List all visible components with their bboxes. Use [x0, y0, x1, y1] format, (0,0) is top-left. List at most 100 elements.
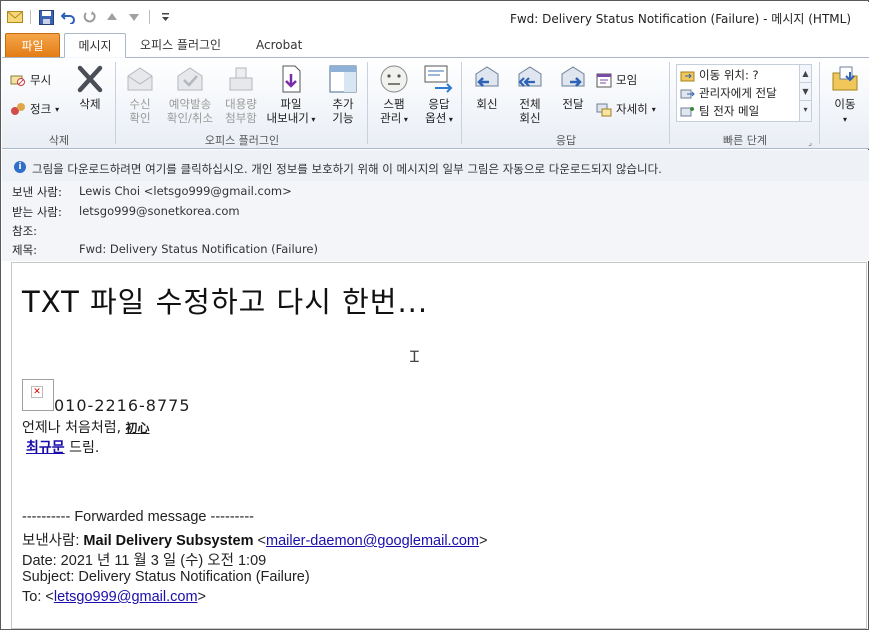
- read-check-label-2: 확인: [129, 111, 151, 125]
- redo-icon[interactable]: [81, 8, 99, 26]
- meeting-icon: [596, 73, 612, 87]
- forward-to-line: To: <letsgo999@gmail.com>: [22, 589, 206, 605]
- text-cursor-icon: Ɪ: [410, 347, 419, 366]
- down-arrow-icon[interactable]: [125, 8, 143, 26]
- signature-suffix: 드림.: [64, 440, 100, 456]
- export-file-button[interactable]: 파일 내보내기 ▾: [264, 64, 318, 127]
- spam-face-icon: [380, 65, 408, 93]
- forward-from-line: 보낸사람: Mail Delivery Subsystem <mailer-da…: [22, 533, 488, 549]
- spam-group: 스팸 관리 ▾ 응답 옵션 ▾: [368, 58, 462, 150]
- spam-label-1: 스팸: [383, 97, 405, 111]
- cleanup-button[interactable]: 정크 ▾: [10, 101, 59, 117]
- toolbar-separator: [30, 10, 31, 24]
- from-row: 보낸 사람: Lewis Choi <letsgo999@gmail.com>: [12, 184, 292, 200]
- meeting-button[interactable]: 모임: [596, 72, 637, 88]
- outlook-message-window: Fwd: Delivery Status Notification (Failu…: [0, 0, 869, 630]
- addon-button[interactable]: 추가 기능: [324, 64, 362, 125]
- to-row: 받는 사람: letsgo999@sonetkorea.com: [12, 204, 240, 220]
- tab-office-plugin[interactable]: 오피스 플러그인: [130, 33, 231, 58]
- mail-icon[interactable]: [6, 8, 24, 26]
- to-value[interactable]: letsgo999@sonetkorea.com: [79, 204, 240, 218]
- subject-label: 제목:: [12, 243, 38, 257]
- reply-options-button[interactable]: 응답 옵션 ▾: [418, 64, 460, 127]
- ribbon-tabs: 파일 메시지 오피스 플러그인 Acrobat: [2, 32, 869, 58]
- forward-icon: [561, 66, 585, 87]
- respond-group-label: 응답: [555, 134, 577, 147]
- export-label-2: 내보내기: [266, 111, 309, 125]
- quick-step-team-email[interactable]: 팀 전자 메일: [680, 103, 759, 119]
- from-value[interactable]: Lewis Choi <letsgo999@gmail.com>: [79, 184, 292, 198]
- ribbon: 무시 정크 ▾ 삭제 삭제 수신 확인 예약발송 확인/취소 대용량 첨부함 파…: [2, 57, 869, 149]
- scroll-down-icon[interactable]: ▼: [800, 83, 811, 101]
- tab-acrobat[interactable]: Acrobat: [246, 33, 312, 58]
- dropdown-arrow-icon: ▾: [401, 115, 408, 124]
- reply-options-label-2: 옵션: [425, 111, 447, 125]
- message-body[interactable]: TXT 파일 수정하고 다시 한번... Ɪ ✕ 010-2216-8775 언…: [11, 262, 867, 629]
- forward-button[interactable]: 전달: [554, 64, 592, 111]
- bulk-label-2: 첨부함: [225, 111, 257, 125]
- more-respond-button[interactable]: 자세히 ▾: [596, 101, 656, 117]
- signature-name-line: 최규문 드림.: [26, 437, 99, 457]
- subject-row: 제목: Fwd: Delivery Status Notification (F…: [12, 242, 318, 258]
- scroll-up-icon[interactable]: ▲: [800, 65, 811, 83]
- tab-file[interactable]: 파일: [5, 33, 60, 58]
- tab-message[interactable]: 메시지: [64, 33, 126, 58]
- quick-step-move-to[interactable]: 이동 위치: ?: [680, 67, 759, 83]
- team-email-icon: [680, 106, 694, 116]
- schedule-label-1: 예약발송: [168, 97, 212, 111]
- bulk-attachment-button[interactable]: 대용량 첨부함: [220, 64, 262, 125]
- schedule-send-button[interactable]: 예약발송 확인/취소: [164, 64, 216, 125]
- cc-label: 참조:: [12, 224, 38, 238]
- read-receipt-icon: [127, 67, 153, 91]
- broken-image-placeholder[interactable]: ✕: [22, 379, 54, 411]
- forward-to-email-link[interactable]: letsgo999@gmail.com: [54, 589, 198, 605]
- forward-divider: ---------- Forwarded message ---------: [22, 509, 254, 525]
- quick-access-toolbar: [6, 8, 174, 26]
- forward-from-email-link[interactable]: mailer-daemon@googlemail.com: [266, 533, 479, 549]
- quick-step-label: 이동 위치: ?: [699, 68, 759, 82]
- read-check-button[interactable]: 수신 확인: [120, 64, 160, 125]
- more-respond-icon: [596, 103, 612, 116]
- reply-all-button[interactable]: 전체 회신: [510, 64, 550, 125]
- broken-image-icon: ✕: [31, 386, 43, 398]
- dropdown-arrow-icon: ▾: [446, 115, 453, 124]
- download-pictures-infobar[interactable]: i 그림을 다운로드하려면 여기를 클릭하십시오. 개인 정보를 보호하기 위해…: [2, 150, 869, 184]
- quick-steps-scrollbar[interactable]: ▲ ▼ ▾: [799, 65, 811, 121]
- more-respond-label: 자세히: [616, 102, 648, 116]
- reply-options-label-1: 응답: [428, 97, 450, 111]
- office-plugin-group: 수신 확인 예약발송 확인/취소 대용량 첨부함 파일 내보내기 ▾ 추가 기능…: [116, 58, 368, 150]
- customize-toolbar-icon[interactable]: [156, 8, 174, 26]
- forward-date-line: Date: 2021 년 11 월 3 일 (수) 오전 1:09: [22, 553, 267, 569]
- dropdown-arrow-icon: ▾: [651, 104, 656, 114]
- delete-button[interactable]: 삭제: [72, 64, 108, 111]
- infobar-text: 그림을 다운로드하려면 여기를 클릭하십시오. 개인 정보를 보호하기 위해 이…: [32, 162, 662, 176]
- undo-icon[interactable]: [59, 8, 77, 26]
- quick-step-to-manager[interactable]: 관리자에게 전달: [680, 85, 777, 101]
- delete-group-label: 삭제: [48, 134, 70, 147]
- dropdown-arrow-icon: ▾: [842, 115, 847, 124]
- forward-to-label: To:: [22, 589, 46, 605]
- move-button[interactable]: 이동 ▾: [826, 64, 864, 127]
- quick-steps-list: 이동 위치: ? 관리자에게 전달 팀 전자 메일 ▲ ▼ ▾: [676, 64, 812, 122]
- respond-group: 회신 전체 회신 전달 모임 자세히 ▾ 응답: [462, 58, 670, 150]
- save-icon[interactable]: [37, 8, 55, 26]
- title-bar: Fwd: Delivery Status Notification (Failu…: [2, 2, 869, 32]
- signature-name-link[interactable]: 최규문: [26, 440, 65, 456]
- reply-button[interactable]: 회신: [468, 64, 506, 111]
- dropdown-arrow-icon: ▾: [308, 115, 316, 124]
- delete-group: 무시 정크 ▾ 삭제 삭제: [2, 58, 116, 150]
- spam-label-2: 관리: [380, 111, 402, 125]
- scheduled-mail-icon: [177, 67, 203, 91]
- spam-manage-button[interactable]: 스팸 관리 ▾: [372, 64, 416, 127]
- dialog-launcher-icon[interactable]: ⌟: [808, 138, 812, 147]
- reply-all-icon: [518, 66, 542, 87]
- cc-row: 참조:: [12, 223, 37, 239]
- up-arrow-icon[interactable]: [103, 8, 121, 26]
- dropdown-arrow-icon: ▾: [55, 104, 60, 114]
- ignore-button[interactable]: 무시: [10, 72, 51, 88]
- expand-icon[interactable]: ▾: [800, 101, 811, 119]
- message-headers: 보낸 사람: Lewis Choi <letsgo999@gmail.com> …: [2, 181, 869, 261]
- ignore-icon: [10, 75, 25, 86]
- info-icon: i: [14, 161, 26, 173]
- cleanup-label: 정크: [30, 102, 52, 116]
